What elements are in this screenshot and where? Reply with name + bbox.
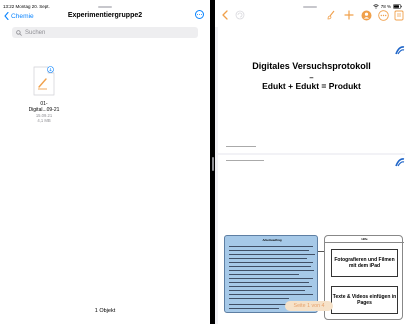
folder-title: Experimentiergruppe2 — [67, 12, 143, 19]
search-placeholder: Suchen — [25, 29, 46, 36]
page-indicator: Seite 1 von 4 — [285, 301, 333, 311]
help-box: Hilfe Fotografieren und Filmen mit dem i… — [324, 235, 404, 320]
document-canvas[interactable]: Digitales Versuchsprotokoll – Edukt + Ed… — [215, 27, 405, 324]
more-icon[interactable] — [377, 9, 389, 21]
document-subtitle: Edukt + Edukt = Produkt — [262, 81, 361, 91]
item-count: 1 Objekt — [94, 308, 116, 314]
search-icon — [16, 29, 22, 36]
ellipsis-circle-icon[interactable] — [195, 10, 204, 19]
pages-pane: 78 % Digitales Versuchsprotokoll – Edukt… — [215, 0, 405, 324]
split-view: 13:22 Montag 20. Sept. Chemie Experiment… — [0, 0, 405, 324]
multitasking-grabber[interactable] — [98, 6, 112, 8]
collaborate-icon[interactable] — [360, 9, 372, 21]
pages-toolbar — [215, 9, 405, 25]
undo-icon[interactable] — [234, 9, 246, 21]
file-size: 4,1 MB — [37, 118, 51, 123]
help-link-photo[interactable]: Fotografieren und Filmen mit dem iPad — [331, 249, 398, 277]
file-name: 01- Digital...09-21 — [28, 101, 60, 113]
multitasking-grabber-right[interactable] — [303, 6, 317, 8]
file-item[interactable]: 01- Digital...09-21 15.09.21 4,1 MB — [26, 66, 62, 123]
document-icon — [32, 66, 56, 96]
help-box-title: Hilfe — [361, 237, 368, 241]
school-logo — [395, 45, 405, 57]
school-logo-2 — [395, 157, 405, 169]
divider-handle[interactable] — [211, 157, 214, 171]
paintbrush-icon[interactable] — [325, 9, 337, 21]
help-link-pages[interactable]: Texte & Videos einfügen in Pages — [331, 286, 398, 314]
back-chevron-icon[interactable] — [219, 9, 231, 21]
search-input[interactable]: Suchen — [12, 27, 198, 38]
footer-text — [226, 146, 256, 147]
status-time: 13:22 Montag 20. Sept. — [3, 4, 50, 9]
files-pane: 13:22 Montag 20. Sept. Chemie Experiment… — [0, 0, 210, 324]
task-box-title: Arbeitsauftrag — [262, 238, 282, 242]
document-view-icon[interactable] — [393, 9, 405, 21]
plus-icon[interactable] — [343, 9, 355, 21]
header-text — [226, 160, 264, 161]
document-title: Digitales Versuchsprotokoll — [252, 61, 371, 71]
document-page-1: Digitales Versuchsprotokoll – Edukt + Ed… — [218, 27, 405, 153]
document-page-2: Arbeitsauftrag Hilfe Fotografieren und F… — [218, 155, 405, 324]
